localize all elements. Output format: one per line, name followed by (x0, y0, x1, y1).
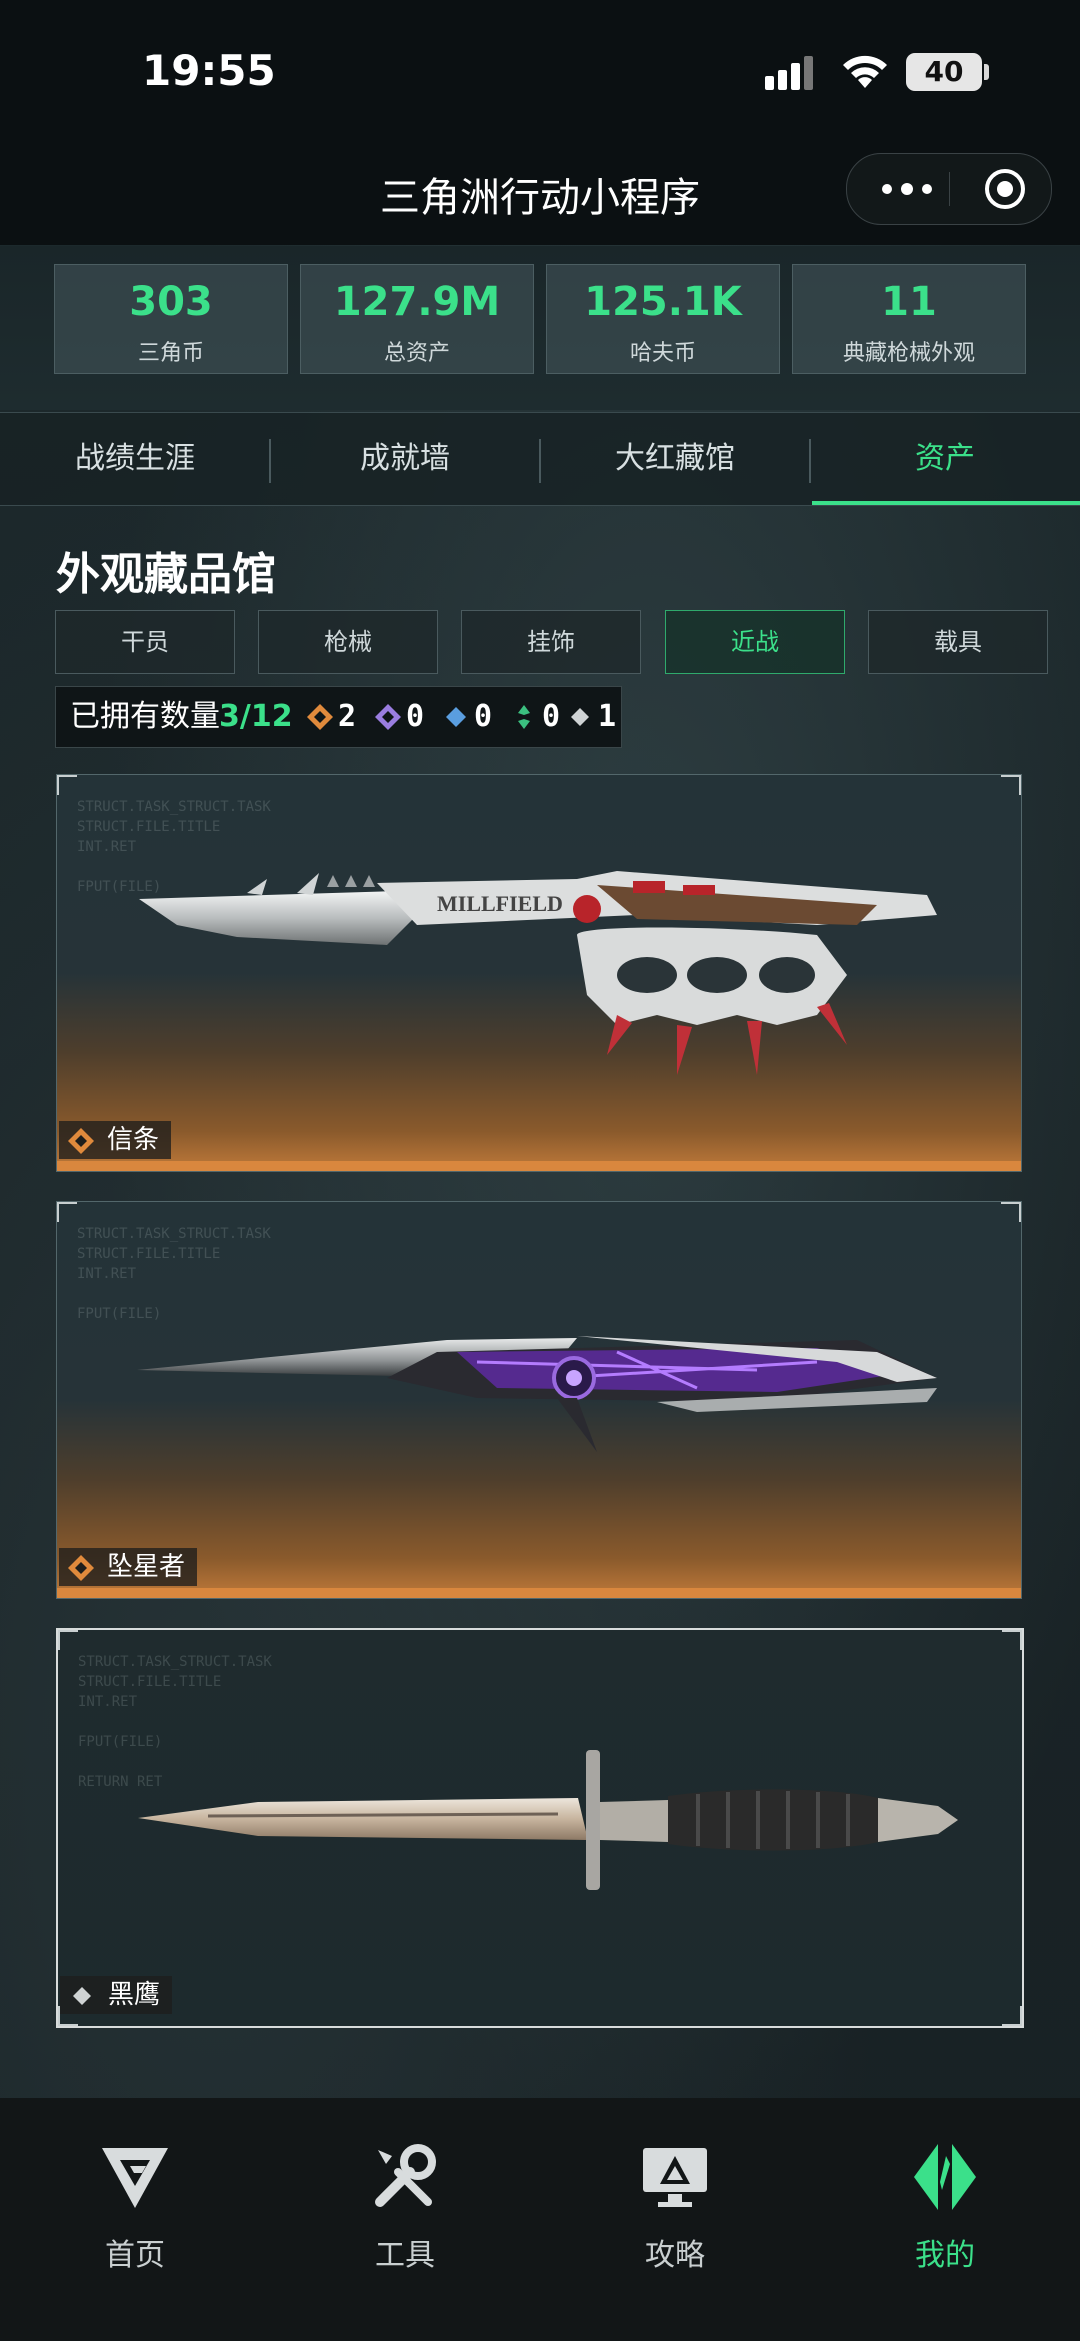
item-name-tag: 黑鹰 (60, 1976, 173, 2014)
white-rarity-icon (73, 1987, 91, 2005)
profile-icon (914, 2144, 976, 2210)
filter-weapons[interactable]: 枪械 (258, 610, 438, 674)
stat-value: 127.9M (333, 279, 501, 325)
gold-rarity-icon (307, 704, 333, 730)
gold-rarity-icon (68, 1555, 94, 1581)
cellular-signal-icon (765, 56, 813, 90)
rarity-bar (57, 1588, 1021, 1598)
title-bar: 三角洲行动小程序 (0, 145, 1080, 245)
stat-value: 303 (129, 279, 213, 325)
card-corner (57, 775, 77, 795)
rarity-count: 0 (406, 699, 425, 734)
card-corner (1002, 2006, 1022, 2026)
owned-count: 3/12 (219, 699, 293, 734)
knife-image-black-hawk (138, 1750, 958, 1890)
tab-achievements[interactable]: 成就墙 (270, 413, 540, 505)
wifi-icon (843, 55, 887, 88)
status-bar: 19:55 40 (0, 0, 1080, 145)
nav-profile[interactable]: 我的 (810, 2098, 1080, 2298)
card-corner (1001, 775, 1021, 795)
item-name: 黑鹰 (108, 1980, 161, 2010)
blade-engraving: MILLFIELD (437, 891, 563, 916)
bottom-navigation: 首页 工具 攻略 我的 (0, 2098, 1080, 2341)
knife-image-starfall (137, 1336, 937, 1452)
collection-card-creed[interactable]: STRUCT.TASK_STRUCT.TASK STRUCT.FILE.TITLE… (56, 774, 1022, 1172)
stat-value: 11 (881, 279, 937, 325)
battery-indicator: 40 (906, 53, 982, 91)
card-corner (1001, 1202, 1021, 1222)
active-tab-indicator (812, 501, 1080, 505)
owned-summary: 已拥有数量 3/12 2 0 0 0 1 (55, 686, 622, 748)
card-corner (58, 1630, 78, 1650)
stat-label: 典藏枪械外观 (842, 341, 975, 366)
stat-label: 哈夫币 (629, 341, 696, 366)
card-corner (57, 1202, 77, 1222)
nav-label: 我的 (915, 2238, 975, 2273)
rarity-count: 2 (338, 699, 357, 734)
nav-label: 首页 (105, 2238, 165, 2273)
gold-rarity-icon (68, 1128, 94, 1154)
owned-label: 已拥有数量 (70, 699, 220, 734)
item-name-tag: 坠星者 (59, 1548, 198, 1586)
rarity-count: 0 (542, 699, 561, 734)
nav-label: 工具 (375, 2238, 435, 2273)
filter-charms[interactable]: 挂饰 (461, 610, 641, 674)
purple-rarity-icon (375, 704, 401, 730)
collection-card-starfall[interactable]: STRUCT.TASK_STRUCT.TASK STRUCT.FILE.TITLE… (56, 1201, 1022, 1599)
battery-tip (984, 64, 989, 80)
nav-guide[interactable]: 攻略 (540, 2098, 810, 2298)
item-name: 坠星者 (107, 1552, 186, 1582)
section-title: 外观藏品馆 (56, 549, 276, 600)
filter-operators[interactable]: 干员 (55, 610, 235, 674)
stat-label: 总资产 (383, 341, 450, 366)
knife-image-creed: MILLFIELD (139, 871, 937, 1075)
rarity-count: 1 (598, 699, 617, 734)
guide-icon (643, 2148, 707, 2207)
close-miniprogram-icon[interactable] (983, 167, 1027, 211)
white-rarity-icon (571, 708, 589, 726)
green-rarity-icon (518, 705, 530, 729)
stat-card-delta-coin: 303 三角币 (54, 264, 288, 374)
tab-assets[interactable]: 资产 (810, 413, 1080, 505)
asset-stats: 303 三角币 127.9M 总资产 125.1K 哈夫币 11 典藏枪械外观 (0, 246, 1080, 410)
stat-label: 三角币 (137, 341, 204, 366)
stat-value: 125.1K (584, 279, 742, 325)
filter-vehicles[interactable]: 载具 (868, 610, 1048, 674)
stat-card-total-assets: 127.9M 总资产 (300, 264, 534, 374)
home-logo-icon (102, 2148, 168, 2208)
card-corner (1002, 1630, 1022, 1650)
filter-melee[interactable]: 近战 (665, 610, 845, 674)
rarity-bar (57, 1161, 1021, 1171)
status-time: 19:55 (142, 46, 276, 95)
item-name-tag: 信条 (59, 1121, 172, 1159)
nav-label: 攻略 (645, 2238, 705, 2273)
stat-card-havoc-coin: 125.1K 哈夫币 (546, 264, 780, 374)
profile-tabs: 战绩生涯 成就墙 大红藏馆 资产 (0, 412, 1080, 506)
collection-card-black-hawk[interactable]: STRUCT.TASK_STRUCT.TASK STRUCT.FILE.TITLE… (56, 1628, 1024, 2028)
tab-career[interactable]: 战绩生涯 (0, 413, 270, 505)
stat-card-collector-skins: 11 典藏枪械外观 (792, 264, 1026, 374)
rarity-count: 0 (474, 699, 493, 734)
more-icon[interactable] (877, 174, 937, 204)
nav-tools[interactable]: 工具 (270, 2098, 540, 2298)
item-name: 信条 (107, 1125, 160, 1155)
capsule-divider (949, 172, 950, 206)
tab-red-collection[interactable]: 大红藏馆 (540, 413, 810, 505)
tools-icon (375, 2144, 436, 2207)
battery-level: 40 (924, 55, 964, 88)
miniprogram-capsule (846, 153, 1052, 225)
nav-home[interactable]: 首页 (0, 2098, 270, 2298)
blue-rarity-icon (446, 707, 466, 727)
